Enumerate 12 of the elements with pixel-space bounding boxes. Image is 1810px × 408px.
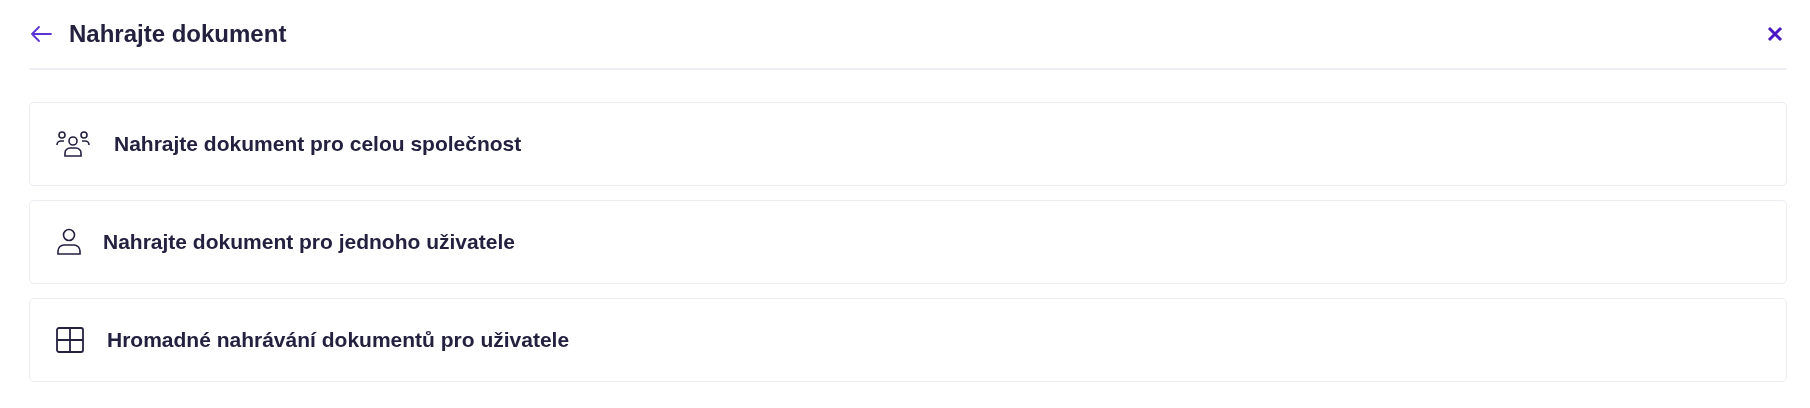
people-icon [56,130,90,158]
option-label: Nahrajte dokument pro jednoho uživatele [103,230,515,254]
back-button[interactable] [29,25,53,43]
option-label: Hromadné nahrávání dokumentů pro uživatele [107,328,570,352]
option-card[interactable]: Hromadné nahrávání dokumentů pro uživatele [29,298,1787,382]
person-icon [56,228,82,256]
close-button[interactable] [1767,26,1783,42]
option-card[interactable]: Nahrajte dokument pro celou společnost [29,102,1787,186]
option-card[interactable]: Nahrajte dokument pro jednoho uživatele [29,200,1787,284]
option-label: Nahrajte dokument pro celou společnost [114,132,522,156]
dialog-title: Nahrajte dokument [69,20,287,48]
grid-icon [56,327,84,353]
